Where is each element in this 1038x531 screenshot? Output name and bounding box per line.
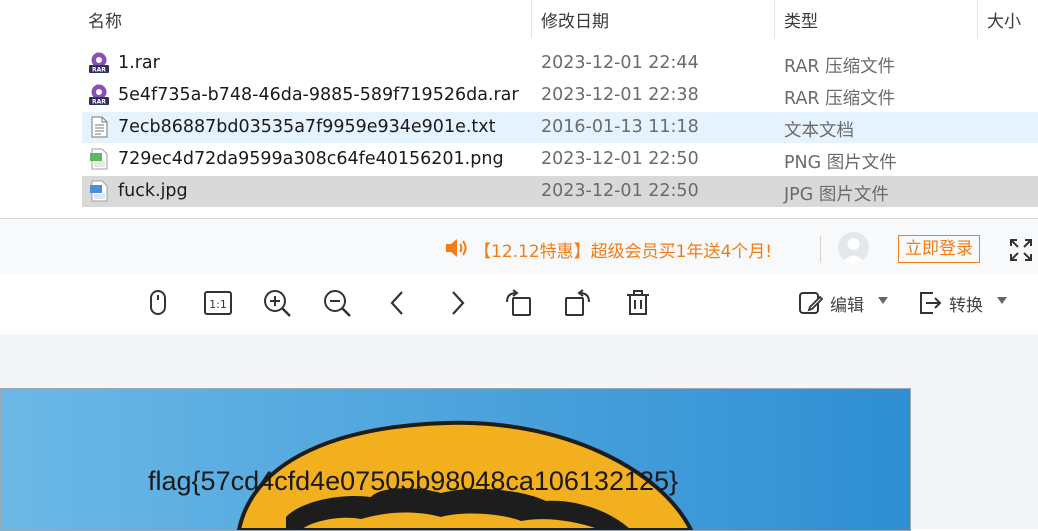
actual-size-icon: 1:1	[204, 291, 232, 315]
edit-icon	[799, 292, 824, 314]
convert-menu[interactable]: 转换	[917, 288, 1012, 318]
file-type: RAR 压缩文件	[784, 89, 896, 109]
column-header-size[interactable]: 大小	[987, 7, 1021, 32]
mouse-mode-button[interactable]	[143, 288, 173, 318]
image-canvas[interactable]: flag{57cd4cfd4e07505b98048ca106132125}	[0, 334, 1038, 531]
file-row[interactable]: 729ec4d72da9599a308c64fe40156201.png 202…	[82, 144, 1038, 175]
promo-text: 【12.12特惠】超级会员买1年送4个月!	[474, 242, 773, 262]
edit-label: 编辑	[830, 296, 864, 316]
file-row[interactable]: RAR 5e4f735a-b748-46da-9885-589f719526da…	[82, 80, 1038, 111]
column-header-name[interactable]: 名称	[88, 7, 122, 32]
viewer-topbar: 【12.12特惠】超级会员买1年送4个月! 立即登录	[0, 219, 1038, 274]
file-name: 5e4f735a-b748-46da-9885-589f719526da.rar	[118, 85, 519, 105]
chevron-down-icon	[878, 297, 888, 304]
actual-size-button[interactable]: 1:1	[203, 288, 233, 318]
zoom-in-icon	[264, 290, 291, 317]
rotate-right-button[interactable]	[563, 288, 593, 318]
flag-text: flag{57cd4cfd4e07505b98048ca106132125}	[148, 466, 679, 496]
rotate-right-icon	[565, 289, 590, 316]
rar-file-icon: RAR	[89, 52, 109, 74]
column-divider[interactable]	[977, 0, 978, 38]
jpg-file-icon	[90, 180, 108, 202]
file-date: 2016-01-13 11:18	[541, 117, 699, 137]
viewer-toolbar: 1:1 编辑 转换	[0, 274, 1038, 334]
next-image-button[interactable]	[443, 288, 473, 318]
svg-text:RAR: RAR	[92, 67, 106, 74]
file-date: 2023-12-01 22:50	[541, 181, 699, 201]
file-date: 2023-12-01 22:44	[541, 53, 699, 73]
file-type: JPG 图片文件	[784, 185, 889, 205]
trash-icon	[627, 290, 649, 315]
convert-icon	[920, 292, 942, 314]
column-header-bar: ⌃ 名称 修改日期 类型 大小	[0, 0, 1038, 38]
chevron-down-icon	[997, 297, 1007, 304]
text-file-icon	[91, 116, 108, 138]
column-divider[interactable]	[774, 0, 775, 38]
rar-file-icon: RAR	[89, 84, 109, 106]
promo-banner[interactable]: 【12.12特惠】超级会员买1年送4个月!	[444, 237, 772, 262]
column-divider[interactable]	[531, 0, 532, 38]
file-name: 7ecb86887bd03535a7f9959e934e901e.txt	[118, 117, 496, 137]
zoom-out-button[interactable]	[322, 288, 352, 318]
rotate-left-icon	[506, 289, 531, 316]
displayed-image: flag{57cd4cfd4e07505b98048ca106132125}	[0, 388, 911, 531]
file-date: 2023-12-01 22:50	[541, 149, 699, 169]
chevron-left-icon	[390, 291, 403, 315]
column-header-date[interactable]: 修改日期	[541, 7, 609, 32]
file-date: 2023-12-01 22:38	[541, 85, 699, 105]
zoom-out-icon	[324, 290, 351, 317]
sort-up-icon: ⌃	[298, 0, 309, 8]
svg-text:RAR: RAR	[92, 99, 106, 106]
file-name: 729ec4d72da9599a308c64fe40156201.png	[118, 149, 504, 169]
edit-menu[interactable]: 编辑	[798, 288, 893, 318]
user-avatar-icon	[842, 238, 865, 263]
file-explorer: ⌃ 名称 修改日期 类型 大小 RAR 1.rar 2023-12-01 22:…	[0, 0, 1038, 218]
rotate-left-button[interactable]	[503, 288, 533, 318]
file-name: fuck.jpg	[118, 181, 188, 201]
image-viewer-window: 【12.12特惠】超级会员买1年送4个月! 立即登录 1:1 编辑 转换 fla…	[0, 218, 1038, 531]
file-type: 文本文档	[784, 121, 854, 141]
file-row[interactable]: fuck.jpg 2023-12-01 22:50 JPG 图片文件	[82, 176, 1038, 207]
mouse-icon	[150, 290, 166, 315]
zoom-in-button[interactable]	[262, 288, 292, 318]
convert-label: 转换	[949, 296, 983, 316]
file-name: 1.rar	[118, 53, 160, 73]
png-file-icon	[90, 148, 108, 170]
divider	[820, 236, 821, 262]
file-row[interactable]: RAR 1.rar 2023-12-01 22:44 RAR 压缩文件	[82, 48, 1038, 79]
previous-image-button[interactable]	[382, 288, 412, 318]
file-type: PNG 图片文件	[784, 153, 897, 173]
fullscreen-icon[interactable]	[1008, 237, 1034, 263]
speaker-icon	[446, 239, 467, 257]
column-header-type[interactable]: 类型	[784, 7, 818, 32]
file-row[interactable]: 7ecb86887bd03535a7f9959e934e901e.txt 201…	[82, 112, 1038, 143]
chevron-right-icon	[452, 291, 465, 315]
svg-text:1:1: 1:1	[209, 298, 227, 311]
file-type: RAR 压缩文件	[784, 57, 896, 77]
sun-character-illustration	[1, 389, 910, 530]
avatar[interactable]	[838, 232, 869, 263]
delete-button[interactable]	[623, 288, 653, 318]
login-button[interactable]: 立即登录	[898, 235, 980, 263]
